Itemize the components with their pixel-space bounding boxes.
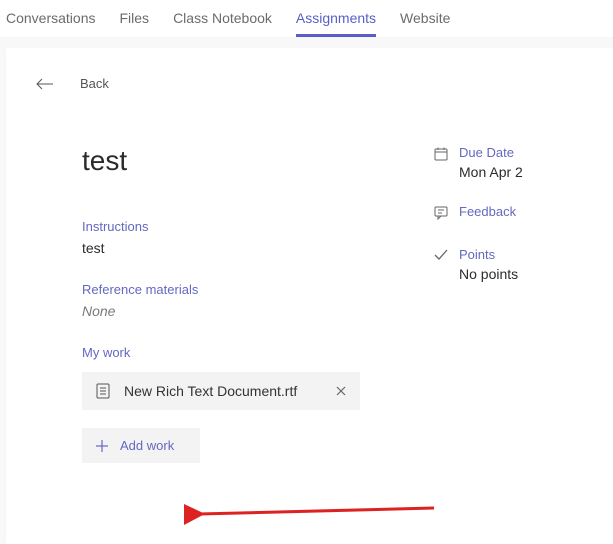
assignments-page: Back test Instructions test Reference ma…	[0, 38, 613, 544]
tab-class-notebook[interactable]: Class Notebook	[173, 10, 272, 37]
back-label: Back	[80, 76, 109, 91]
check-icon	[433, 247, 449, 261]
instructions-label: Instructions	[82, 219, 393, 234]
assignment-main: test Instructions test Reference materia…	[82, 145, 393, 463]
reference-materials-label: Reference materials	[82, 282, 393, 297]
points-label: Points	[459, 247, 518, 262]
add-work-label: Add work	[120, 438, 174, 453]
assignment-title: test	[82, 145, 393, 177]
feedback-icon	[433, 204, 449, 220]
tab-conversations[interactable]: Conversations	[6, 10, 96, 37]
remove-work-button[interactable]	[336, 386, 346, 396]
reference-materials-value: None	[82, 303, 393, 319]
work-file-chip[interactable]: New Rich Text Document.rtf	[82, 372, 360, 410]
feedback-label: Feedback	[459, 204, 516, 219]
assignment-side: Due Date Mon Apr 2 Feedback	[433, 145, 583, 463]
due-date-section: Due Date Mon Apr 2	[433, 145, 583, 180]
due-date-value: Mon Apr 2	[459, 164, 523, 180]
due-date-label: Due Date	[459, 145, 523, 160]
back-arrow-icon	[36, 78, 58, 90]
tab-website[interactable]: Website	[400, 10, 450, 37]
tab-files[interactable]: Files	[120, 10, 150, 37]
assignment-card: Back test Instructions test Reference ma…	[6, 48, 613, 544]
points-section: Points No points	[433, 247, 583, 282]
work-file-name: New Rich Text Document.rtf	[124, 383, 322, 399]
add-work-button[interactable]: Add work	[82, 428, 200, 463]
calendar-icon	[433, 145, 449, 161]
feedback-section: Feedback	[433, 204, 583, 223]
my-work-label: My work	[82, 345, 393, 360]
tab-assignments[interactable]: Assignments	[296, 10, 376, 37]
document-icon	[96, 383, 110, 399]
instructions-text: test	[82, 240, 393, 256]
plus-icon	[96, 440, 108, 452]
points-value: No points	[459, 266, 518, 282]
channel-tabs: Conversations Files Class Notebook Assig…	[0, 0, 613, 38]
back-button[interactable]: Back	[36, 76, 583, 91]
